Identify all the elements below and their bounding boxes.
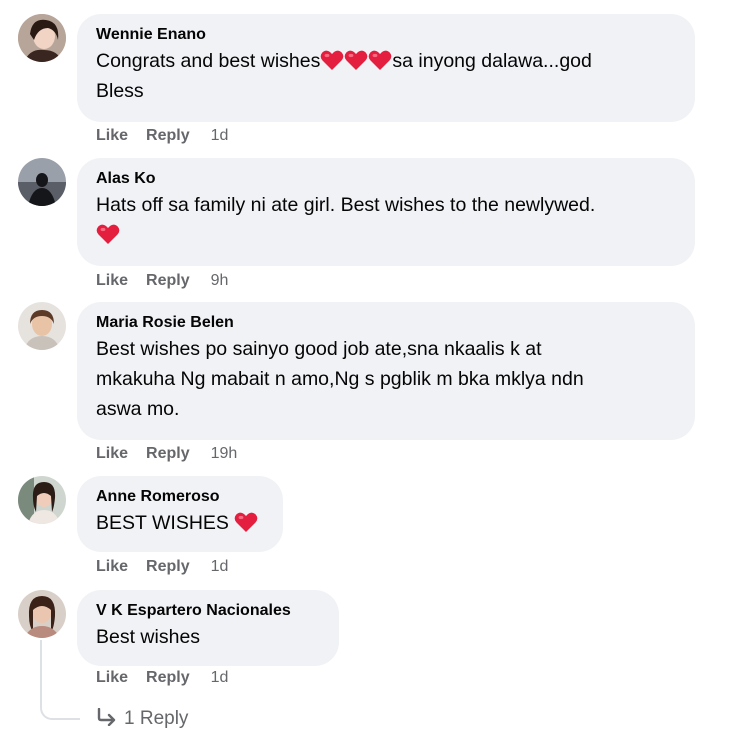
like-button[interactable]: Like xyxy=(96,445,128,462)
comment-text: BEST WISHES xyxy=(96,508,265,538)
reply-button[interactable]: Reply xyxy=(146,669,190,686)
avatar[interactable] xyxy=(18,590,66,638)
avatar[interactable] xyxy=(18,14,66,62)
like-button[interactable]: Like xyxy=(96,127,128,144)
comment-author[interactable]: V K Espartero Nacionales xyxy=(96,601,321,621)
comment-text: Best wishes po sainyo good job ate,sna n… xyxy=(96,338,584,420)
red-heart-icon xyxy=(368,49,392,71)
avatar[interactable] xyxy=(18,158,66,206)
comment-bubble: Anne Romeroso BEST WISHES xyxy=(77,476,283,552)
profile-photo-icon xyxy=(18,590,66,638)
profile-photo-icon xyxy=(18,14,66,62)
comment-author[interactable]: Maria Rosie Belen xyxy=(96,313,677,333)
comment-bubble: Maria Rosie Belen Best wishes po sainyo … xyxy=(77,302,695,440)
comment-author[interactable]: Wennie Enano xyxy=(96,25,677,45)
avatar[interactable] xyxy=(18,302,66,350)
red-heart-icon xyxy=(344,49,368,71)
comment-author[interactable]: Anne Romeroso xyxy=(96,487,265,507)
comment-actions: Like Reply 1d xyxy=(96,126,228,146)
profile-photo-icon xyxy=(18,302,66,350)
comment-actions: Like Reply 1d xyxy=(96,668,228,688)
like-button[interactable]: Like xyxy=(96,272,128,289)
comment-author[interactable]: Alas Ko xyxy=(96,169,677,189)
reply-button[interactable]: Reply xyxy=(146,558,190,575)
thread-connector-line xyxy=(40,640,80,720)
red-heart-icon xyxy=(320,49,344,71)
comment-actions: Like Reply 1d xyxy=(96,557,228,577)
comment-bubble: Alas Ko Hats off sa family ni ate girl. … xyxy=(77,158,695,266)
view-replies-label: 1 Reply xyxy=(124,708,189,729)
comment-timestamp[interactable]: 1d xyxy=(211,127,229,144)
comment-timestamp[interactable]: 1d xyxy=(211,558,229,575)
red-heart-icon xyxy=(234,511,258,533)
view-replies-link[interactable]: 1 Reply xyxy=(96,706,188,732)
reply-button[interactable]: Reply xyxy=(146,272,190,289)
comment-timestamp[interactable]: 9h xyxy=(211,272,229,289)
reply-button[interactable]: Reply xyxy=(146,127,190,144)
red-heart-icon xyxy=(96,223,120,245)
comment-actions: Like Reply 19h xyxy=(96,444,237,464)
comment-text: Hats off sa family ni ate girl. Best wis… xyxy=(96,190,677,250)
profile-photo-icon xyxy=(18,476,66,524)
reply-arrow-icon xyxy=(96,708,118,726)
comment-text: Best wishes xyxy=(96,626,201,648)
comment-bubble: V K Espartero Nacionales Best wishes xyxy=(77,590,339,666)
reply-button[interactable]: Reply xyxy=(146,445,190,462)
like-button[interactable]: Like xyxy=(96,669,128,686)
profile-photo-icon xyxy=(18,158,66,206)
comment-bubble: Wennie Enano Congrats and best wishes sa … xyxy=(77,14,695,122)
avatar[interactable] xyxy=(18,476,66,524)
comment-timestamp[interactable]: 19h xyxy=(211,445,238,462)
like-button[interactable]: Like xyxy=(96,558,128,575)
comment-text: Congrats and best wishes sa inyong dalawa… xyxy=(96,49,592,102)
comment-actions: Like Reply 9h xyxy=(96,271,228,291)
comment-timestamp[interactable]: 1d xyxy=(211,669,229,686)
